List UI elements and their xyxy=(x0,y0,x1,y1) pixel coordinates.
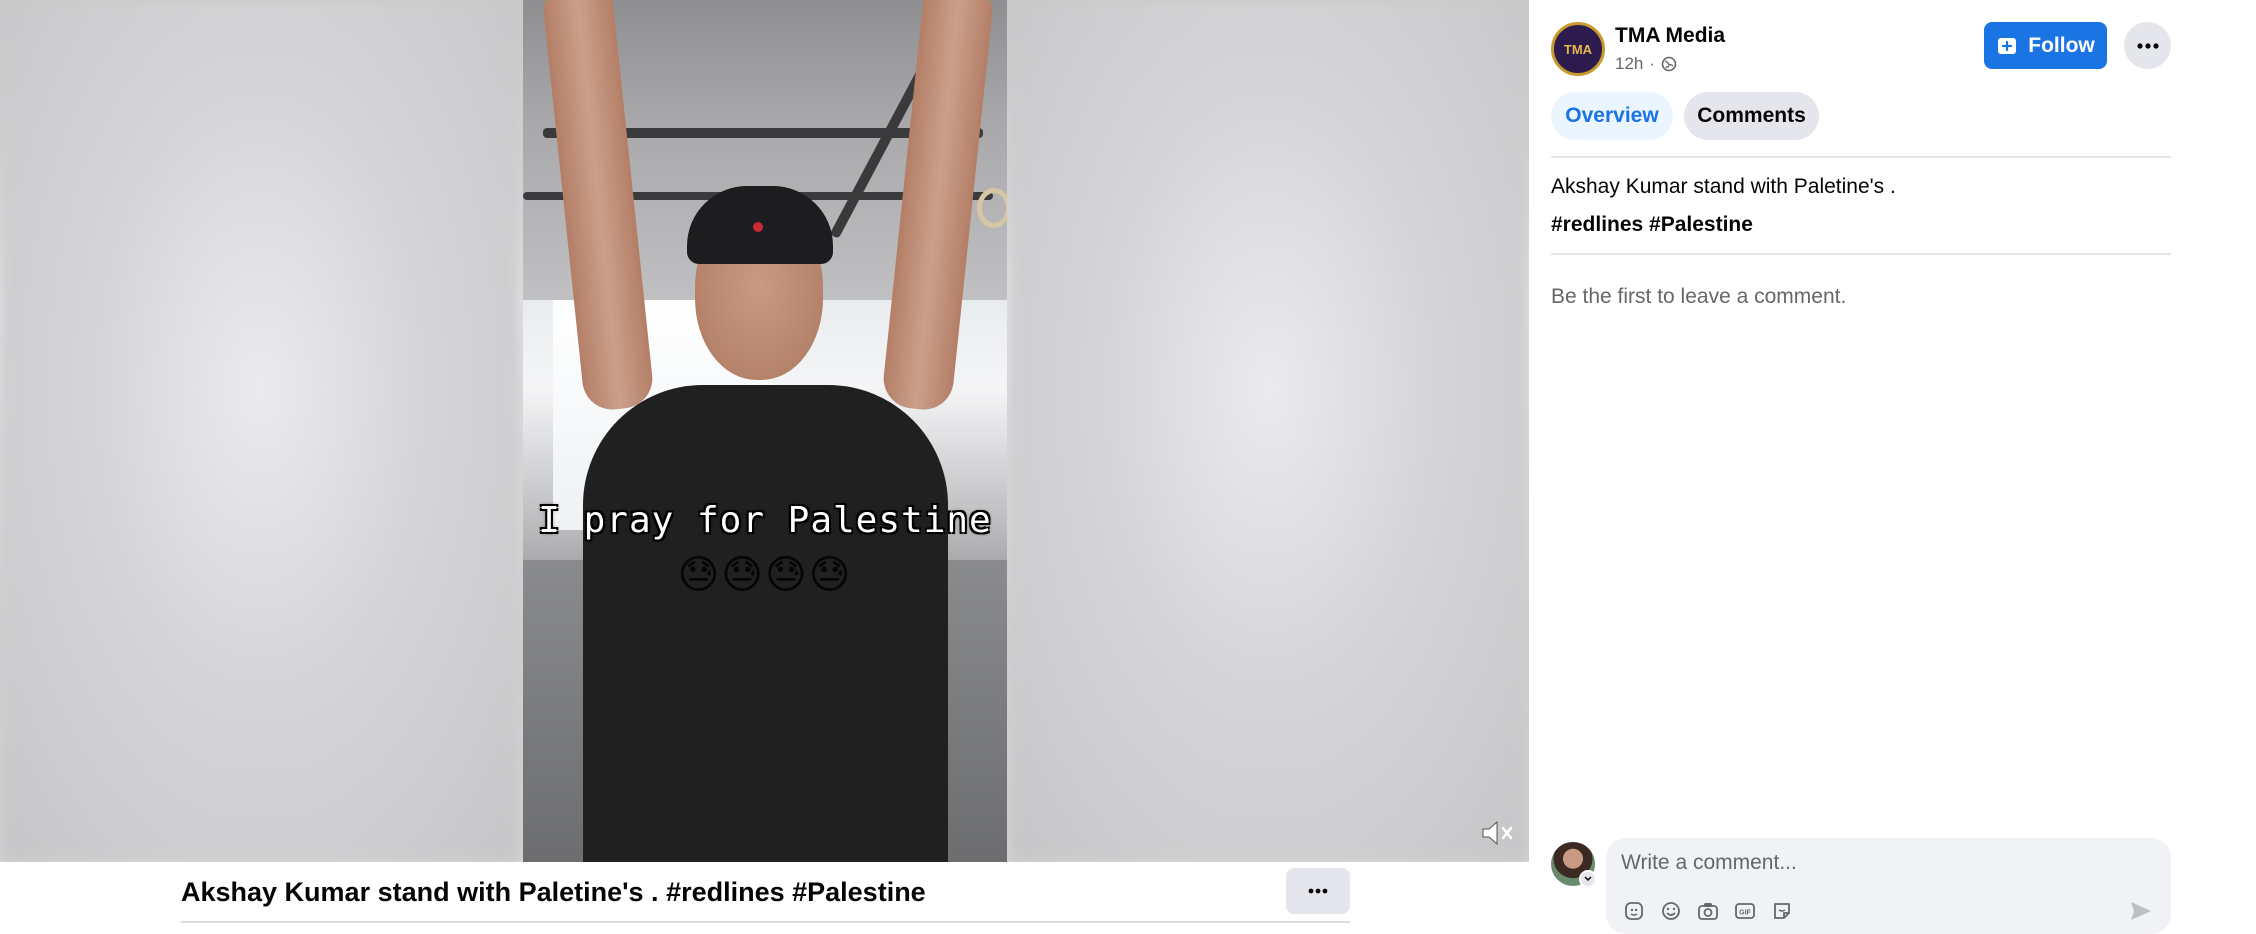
follow-button[interactable]: Follow xyxy=(1984,22,2107,69)
mute-icon[interactable] xyxy=(1480,818,1514,848)
page-name-link[interactable]: TMA Media xyxy=(1615,24,1725,48)
globe-icon[interactable] xyxy=(1661,56,1677,72)
post-hashtags[interactable]: #redlines #Palestine xyxy=(1551,206,2171,244)
comment-input[interactable] xyxy=(1621,848,2141,878)
video-player[interactable]: I pray for Palestine 😓😓😓😓 xyxy=(0,0,1529,862)
video-caption-emojis: 😓😓😓😓 xyxy=(677,553,853,597)
more-horizontal-icon xyxy=(2136,42,2159,49)
follow-page-icon xyxy=(1998,37,2017,54)
post-text: Akshay Kumar stand with Paletine's . xyxy=(1551,175,1896,198)
title-divider xyxy=(181,921,1350,923)
video-more-button[interactable] xyxy=(1286,868,1350,914)
gym-ring xyxy=(977,188,1007,228)
video-frame[interactable]: I pray for Palestine 😓😓😓😓 xyxy=(523,0,1007,862)
post-options-button[interactable] xyxy=(2124,22,2171,69)
post-body: Akshay Kumar stand with Paletine's . #re… xyxy=(1551,168,2171,244)
post-timestamp[interactable]: 12h xyxy=(1615,54,1643,74)
post-divider xyxy=(1551,253,2171,255)
post-meta: 12h · xyxy=(1615,54,1677,74)
post-side-panel: TMA TMA Media 12h · Follow Overview Comm… xyxy=(1529,0,2256,934)
empty-comments-message: Be the first to leave a comment. xyxy=(1551,285,1847,308)
tabs-divider xyxy=(1551,156,2171,158)
cap-logo xyxy=(753,222,763,232)
emoji-icon[interactable] xyxy=(1658,898,1683,923)
tab-overview[interactable]: Overview xyxy=(1551,92,1673,140)
page-avatar[interactable]: TMA xyxy=(1551,22,1605,76)
page-avatar-text: TMA xyxy=(1563,41,1593,57)
send-icon[interactable] xyxy=(2126,896,2156,926)
svg-text:GIF: GIF xyxy=(1739,909,1751,916)
comment-tools: GIF xyxy=(1621,898,1794,923)
avatar-sticker-icon[interactable] xyxy=(1621,898,1646,923)
sticker-icon[interactable] xyxy=(1769,898,1794,923)
chevron-down-icon[interactable] xyxy=(1579,870,1597,888)
comment-composer: GIF xyxy=(1606,838,2171,934)
follow-label: Follow xyxy=(2028,33,2095,57)
more-horizontal-icon xyxy=(1308,888,1328,894)
tab-comments[interactable]: Comments xyxy=(1684,92,1819,140)
camera-icon[interactable] xyxy=(1695,898,1720,923)
video-blur-right xyxy=(1009,0,1529,862)
person-shirt xyxy=(583,385,948,862)
video-caption-text: I pray for Palestine xyxy=(538,500,992,541)
gif-icon[interactable]: GIF xyxy=(1732,898,1757,923)
video-blur-left xyxy=(0,0,520,862)
meta-separator: · xyxy=(1649,54,1656,73)
video-post-title: Akshay Kumar stand with Paletine's . #re… xyxy=(181,877,926,907)
